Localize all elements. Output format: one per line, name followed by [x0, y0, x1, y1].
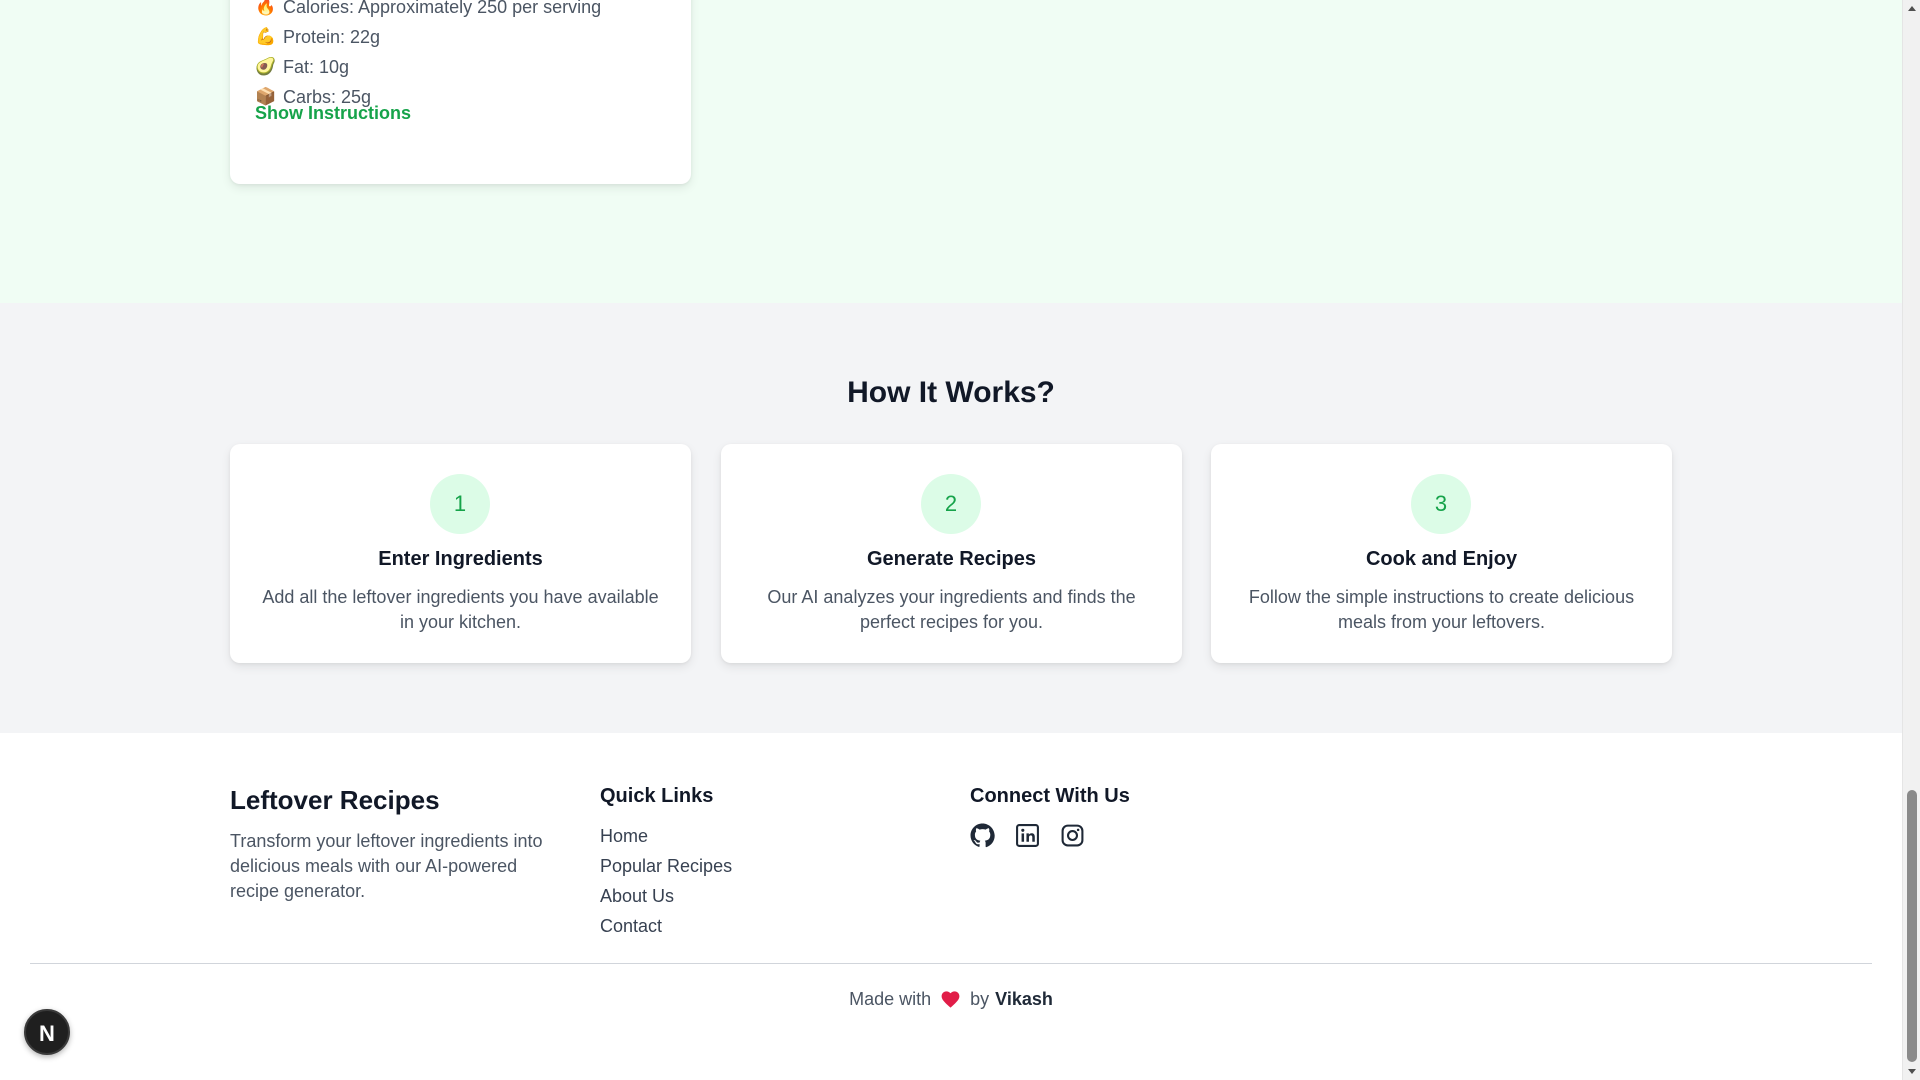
quick-links-title: Quick Links	[600, 785, 714, 807]
nutrition-item-fat: 🥑 Fat: 10g	[255, 52, 601, 82]
scrollbar-thumb[interactable]	[1907, 790, 1917, 1062]
nutrition-text: Calories: Approximately 250 per serving	[283, 0, 602, 17]
section-title: How It Works?	[847, 376, 1055, 409]
step-title: Cook and Enjoy	[1365, 548, 1518, 570]
quick-links-list: Home Popular Recipes About Us Contact	[600, 826, 732, 946]
show-instructions-button[interactable]: Show Instructions	[255, 103, 411, 124]
social-links	[970, 823, 1085, 848]
footer-divider	[30, 963, 1872, 964]
footer-brand-description: Transform your leftover ingredients into…	[230, 831, 543, 901]
github-icon[interactable]	[970, 823, 995, 848]
step-card-1: 1 Enter Ingredients Add all the leftover…	[230, 444, 691, 663]
footer-brand-title: Leftover Recipes	[230, 785, 440, 815]
credit-prefix: Made with	[849, 989, 932, 1009]
nutrition-list: 🔥 Calories: Approximately 250 per servin…	[255, 0, 601, 112]
avocado-icon: 🥑	[255, 57, 277, 76]
quick-link-home[interactable]: Home	[600, 826, 732, 856]
flexed-biceps-icon: 💪	[255, 27, 277, 46]
nutrition-item-calories: 🔥 Calories: Approximately 250 per servin…	[255, 0, 601, 22]
recipe-section: 🔥 Calories: Approximately 250 per servin…	[0, 0, 1902, 303]
how-it-works-section: How It Works? 1 Enter Ingredients Add al…	[0, 303, 1902, 733]
credit-author[interactable]: Vikash	[995, 989, 1053, 1010]
quick-link-about-us[interactable]: About Us	[600, 886, 732, 916]
recipe-card: 🔥 Calories: Approximately 250 per servin…	[230, 0, 691, 184]
step-number-badge: 2	[921, 474, 981, 534]
fire-icon: 🔥	[255, 0, 277, 16]
footer: Leftover Recipes Transform your leftover…	[0, 733, 1902, 1080]
footer-credit: Made with by Vikash	[0, 989, 1902, 1010]
instagram-icon[interactable]	[1060, 823, 1085, 848]
nextjs-dev-badge[interactable]: N	[24, 1009, 70, 1055]
step-card-3: 3 Cook and Enjoy Follow the simple instr…	[1211, 444, 1672, 663]
credit-middle: by	[970, 989, 990, 1009]
step-card-2: 2 Generate Recipes Our AI analyzes your …	[721, 444, 1182, 663]
connect-title: Connect With Us	[970, 785, 1130, 807]
quick-link-contact[interactable]: Contact	[600, 916, 732, 946]
nutrition-text: Protein: 22g	[283, 26, 381, 47]
heart-icon	[941, 991, 960, 1008]
step-title: Generate Recipes	[867, 548, 1036, 570]
nutrition-item-protein: 💪 Protein: 22g	[255, 22, 601, 52]
linkedin-icon[interactable]	[1015, 823, 1040, 848]
scroll-up-arrow-icon[interactable]	[1903, 0, 1920, 17]
step-description: Add all the leftover ingredients you hav…	[262, 587, 659, 632]
step-number-badge: 3	[1411, 474, 1471, 534]
nutrition-text: Fat: 10g	[283, 56, 350, 77]
vertical-scrollbar[interactable]	[1902, 0, 1920, 1080]
quick-link-popular-recipes[interactable]: Popular Recipes	[600, 856, 732, 886]
step-title: Enter Ingredients	[378, 548, 543, 570]
step-description: Follow the simple instructions to create…	[1248, 587, 1635, 632]
step-description: Our AI analyzes your ingredients and fin…	[767, 587, 1136, 632]
scroll-down-arrow-icon[interactable]	[1903, 1063, 1920, 1080]
step-number-badge: 1	[430, 474, 490, 534]
page: 🔥 Calories: Approximately 250 per servin…	[0, 0, 1902, 1080]
